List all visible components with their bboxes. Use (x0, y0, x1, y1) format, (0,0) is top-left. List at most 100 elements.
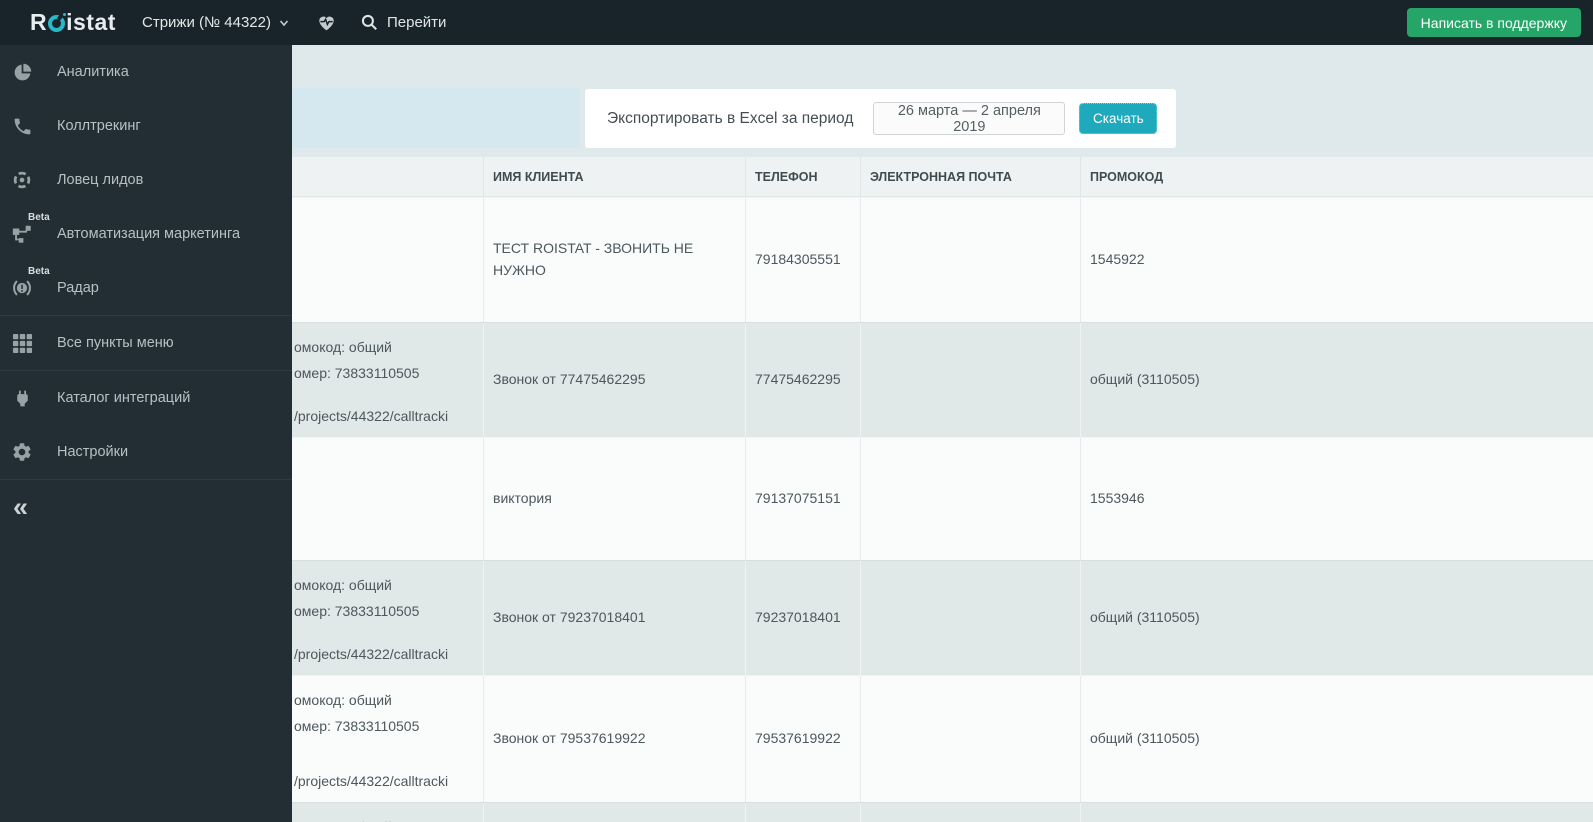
sidebar-collapse-button[interactable]: « (0, 480, 292, 534)
table-row: омокод: общий омер: 73833110505 /project… (292, 560, 1593, 675)
download-button[interactable]: Скачать (1079, 103, 1158, 134)
table-row: омокод: общий (292, 802, 1593, 822)
phone-icon (11, 115, 33, 137)
export-label: Экспортировать в Excel за период (607, 109, 854, 127)
cell-client-name (483, 803, 745, 822)
cell-promocode: 1553946 (1080, 438, 1593, 560)
sidebar: Аналитика Коллтрекинг Ловец лидов Beta А… (0, 45, 292, 822)
cell-source: омокод: общий (292, 803, 483, 822)
sidebar-item-integrations[interactable]: Каталог интеграций (0, 371, 292, 425)
cell-source (292, 438, 483, 560)
header-cell-email: ЭЛЕКТРОННАЯ ПОЧТА (860, 157, 1080, 196)
beta-badge: Beta (28, 266, 50, 277)
cell-email (860, 323, 1080, 437)
cell-client-name: Звонок от 79537619922 (483, 676, 745, 802)
sidebar-item-leadcatcher[interactable]: Ловец лидов (0, 153, 292, 207)
radar-alert-icon (11, 277, 33, 299)
sidebar-item-radar[interactable]: Beta Радар (0, 261, 292, 315)
chevron-down-icon (279, 19, 289, 26)
pie-chart-icon (11, 61, 33, 83)
collapse-icon: « (13, 491, 29, 522)
sidebar-item-label: Каталог интеграций (57, 390, 191, 406)
sidebar-item-label: Автоматизация маркетинга (57, 226, 241, 242)
top-bar: Ristat Стрижи (№ 44322) Перейти Написать… (0, 0, 1593, 45)
sidebar-item-label: Все пункты меню (57, 335, 174, 351)
sidebar-item-label: Настройки (57, 444, 129, 460)
cell-client-name: Звонок от 79237018401 (483, 561, 745, 675)
source-number: омер: 73833110505 (294, 364, 420, 381)
header-cell-client-name: ИМЯ КЛИЕНТА (483, 157, 745, 196)
roistat-logo[interactable]: Ristat (30, 0, 116, 45)
sidebar-item-label: Радар (57, 280, 99, 296)
logo-text-suffix: istat (66, 9, 116, 35)
cell-promocode: общий (3110505) (1080, 323, 1593, 437)
roistat-logo-o-icon (48, 13, 67, 32)
source-number: омер: 73833110505 (294, 717, 420, 734)
target-icon (11, 169, 33, 191)
table-row: омокод: общий омер: 73833110505 /project… (292, 675, 1593, 802)
cell-client-name: Звонок от 77475462295 (483, 323, 745, 437)
sitemap-icon (11, 223, 33, 245)
source-url: /projects/44322/calltracki (294, 646, 449, 663)
cell-source: омокод: общий омер: 73833110505 /project… (292, 561, 483, 675)
cell-source: омокод: общий омер: 73833110505 /project… (292, 676, 483, 802)
cell-phone: 79537619922 (745, 676, 860, 802)
beta-badge: Beta (28, 212, 50, 223)
highlight-panel (292, 88, 580, 148)
cell-promocode: 1545922 (1080, 198, 1593, 322)
cell-source (292, 198, 483, 322)
go-label: Перейти (387, 14, 447, 31)
sidebar-item-marketing-automation[interactable]: Beta Автоматизация маркетинга (0, 207, 292, 261)
source-promocode: омокод: общий (294, 339, 392, 355)
cell-phone: 79137075151 (745, 438, 860, 560)
sidebar-item-analytics[interactable]: Аналитика (0, 45, 292, 99)
project-selector[interactable]: Стрижи (№ 44322) (142, 0, 290, 45)
logo-text-prefix: R (30, 9, 48, 35)
cell-client-name: виктория (483, 438, 745, 560)
cell-phone: 79184305551 (745, 198, 860, 322)
header-cell-promocode: ПРОМОКОД (1080, 157, 1593, 196)
export-panel: Экспортировать в Excel за период 26 март… (585, 89, 1176, 148)
source-promocode: омокод: общий (294, 692, 392, 708)
date-range-button[interactable]: 26 марта — 2 апреля 2019 (873, 102, 1066, 135)
global-search[interactable]: Перейти (360, 0, 446, 45)
health-heart-icon[interactable] (316, 0, 337, 45)
header-cell-source (292, 157, 483, 196)
support-button[interactable]: Написать в поддержку (1406, 8, 1581, 37)
cell-phone: 79237018401 (745, 561, 860, 675)
cell-email (860, 676, 1080, 802)
cell-email (860, 438, 1080, 560)
cell-client-name: ТЕСТ ROISTAT - ЗВОНИТЬ НЕ НУЖНО (483, 198, 745, 322)
cell-email (860, 803, 1080, 822)
cell-promocode: общий (3110505) (1080, 561, 1593, 675)
toolbar-area: Экспортировать в Excel за период 26 март… (292, 45, 1593, 157)
table-row: ТЕСТ ROISTAT - ЗВОНИТЬ НЕ НУЖНО 79184305… (292, 197, 1593, 322)
table-body: ТЕСТ ROISTAT - ЗВОНИТЬ НЕ НУЖНО 79184305… (292, 197, 1593, 822)
cell-email (860, 198, 1080, 322)
cell-email (860, 561, 1080, 675)
cell-promocode: общий (3110505) (1080, 676, 1593, 802)
search-icon (361, 14, 377, 30)
source-number: омер: 73833110505 (294, 602, 420, 619)
table-row: омокод: общий омер: 73833110505 /project… (292, 322, 1593, 437)
sidebar-item-settings[interactable]: Настройки (0, 425, 292, 479)
sidebar-item-label: Ловец лидов (57, 172, 144, 188)
plug-icon (11, 387, 33, 409)
main-content: Экспортировать в Excel за период 26 март… (292, 45, 1593, 822)
grid-icon (11, 332, 33, 354)
sidebar-item-label: Аналитика (57, 64, 129, 80)
table-header-row: ИМЯ КЛИЕНТА ТЕЛЕФОН ЭЛЕКТРОННАЯ ПОЧТА ПР… (292, 157, 1593, 197)
header-cell-phone: ТЕЛЕФОН (745, 157, 860, 196)
sidebar-item-calltracking[interactable]: Коллтрекинг (0, 99, 292, 153)
cell-phone: 77475462295 (745, 323, 860, 437)
sidebar-item-all-menu[interactable]: Все пункты меню (0, 316, 292, 370)
table-row: виктория 79137075151 1553946 (292, 437, 1593, 560)
cell-source: омокод: общий омер: 73833110505 /project… (292, 323, 483, 437)
cell-promocode (1080, 803, 1593, 822)
cell-phone (745, 803, 860, 822)
source-url: /projects/44322/calltracki (294, 408, 449, 425)
sidebar-item-label: Коллтрекинг (57, 118, 141, 134)
source-url: /projects/44322/calltracki (294, 773, 449, 790)
source-promocode: омокод: общий (294, 577, 392, 593)
project-selector-label: Стрижи (№ 44322) (142, 14, 271, 31)
